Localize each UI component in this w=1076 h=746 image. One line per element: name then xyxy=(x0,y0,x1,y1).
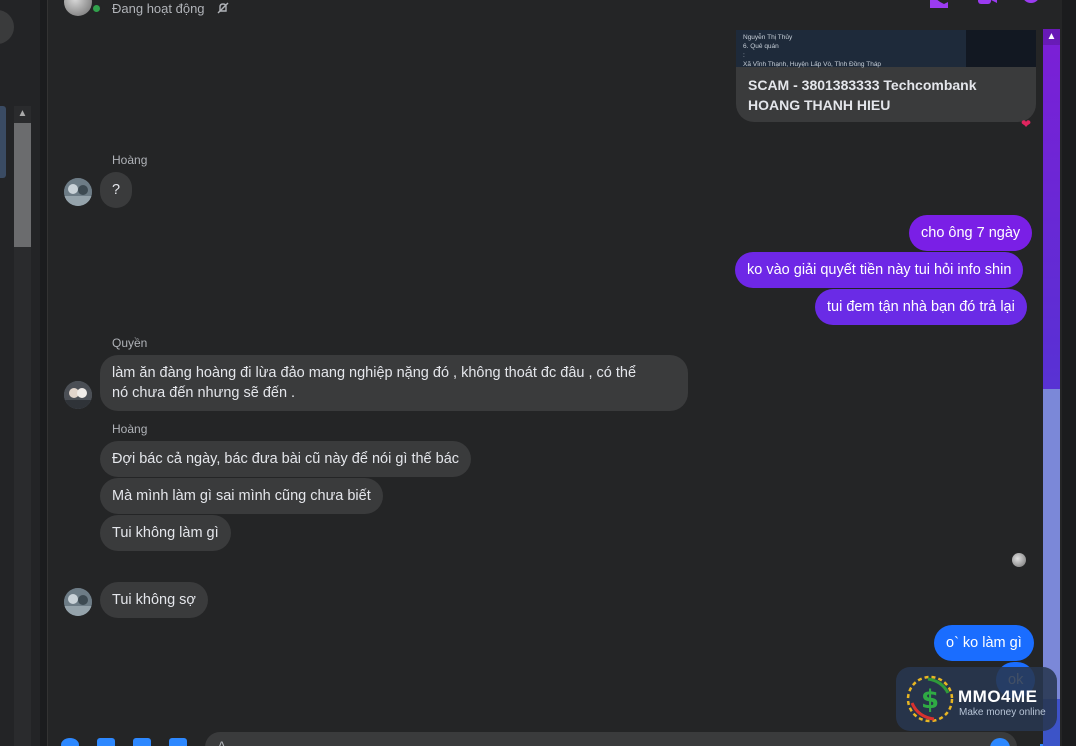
avatar[interactable] xyxy=(64,0,92,16)
message-bubble[interactable]: làm ăn đàng hoàng đi lừa đảo mang nghiệp… xyxy=(100,355,688,411)
message-bubble[interactable]: Đợi bác cả ngày, bác đưa bài cũ này để n… xyxy=(100,441,472,477)
online-status-dot xyxy=(91,3,102,14)
message-bubble[interactable]: tui đem tận nhà bạn đó trả lại xyxy=(815,289,1027,325)
message-bubble[interactable]: Mà mình làm gì sai mình cũng chưa biết xyxy=(100,478,383,514)
chat-header: Đang hoạt động xyxy=(48,0,1063,28)
link-preview-dark-area xyxy=(966,30,1036,67)
thumb-text-line: Nguyễn Thị Thủy xyxy=(743,34,793,41)
shared-link-card[interactable]: Nguyễn Thị Thủy 6. Quê quán : Xã Vĩnh Th… xyxy=(736,30,1036,122)
message-bubble[interactable]: ko vào giải quyết tiền này tui hỏi info … xyxy=(735,252,1024,288)
avatar[interactable] xyxy=(64,588,92,616)
svg-text:$: $ xyxy=(921,685,939,715)
avatar[interactable] xyxy=(64,178,92,206)
sender-name: Quyền xyxy=(112,336,148,350)
sender-name: Hoàng xyxy=(112,422,148,436)
message-bubble[interactable]: Tui không sợ xyxy=(100,582,208,618)
thumb-text-line: Xã Vĩnh Thạnh, Huyện Lấp Vò, Tỉnh Đồng T… xyxy=(743,61,882,68)
thumb-text-line: : xyxy=(743,52,745,59)
link-title-line: SCAM - 3801383333 Techcombank xyxy=(748,77,977,93)
more-actions-icon[interactable] xyxy=(61,738,79,746)
message-input[interactable]: A xyxy=(205,732,1017,746)
message-text-line: làm ăn đàng hoàng đi lừa đảo mang nghiệp… xyxy=(112,365,637,381)
phone-call-icon[interactable] xyxy=(928,0,950,8)
message-bubble[interactable]: o` ko làm gì xyxy=(934,625,1034,661)
notifications-muted-icon xyxy=(217,2,229,14)
selected-conversation-indicator xyxy=(0,106,6,178)
sidebar-scroll-up-arrow[interactable]: ▲ xyxy=(14,106,31,122)
sidebar-scroll-thumb[interactable] xyxy=(14,123,31,247)
info-icon[interactable] xyxy=(1020,0,1042,8)
sender-name: Hoàng xyxy=(112,153,148,167)
message-bubble[interactable]: cho ông 7 ngày xyxy=(909,215,1033,251)
link-title[interactable]: SCAM - 3801383333 Techcombank HOANG THAN… xyxy=(748,75,1028,115)
sidebar-search-pill[interactable] xyxy=(0,10,14,44)
watermark-logo: $ MMO4ME Make money online xyxy=(896,667,1057,731)
chat-panel: Đang hoạt động Nguyễn Thị Thủy 6. Quê qu… xyxy=(47,0,1062,746)
gif-icon[interactable] xyxy=(169,738,187,746)
thumb-text-line: 6. Quê quán xyxy=(743,43,779,50)
link-title-line: HOANG THANH HIEU xyxy=(748,97,891,113)
watermark-title: MMO4ME xyxy=(958,687,1038,706)
message-text-line: nó chưa đến nhưng sẽ đến . xyxy=(112,385,296,401)
message-bubble[interactable]: Tui không làm gì xyxy=(100,515,231,551)
chat-scroll-thumb[interactable] xyxy=(1043,389,1060,699)
video-call-icon[interactable] xyxy=(976,0,998,8)
message-bubble[interactable]: ? xyxy=(100,172,133,208)
heart-reaction-icon[interactable]: ❤ xyxy=(1018,116,1034,132)
conversation-list-sidebar: ▲ xyxy=(0,0,40,746)
watermark-subtitle: Make money online xyxy=(959,707,1046,718)
photo-icon[interactable] xyxy=(97,738,115,746)
chat-scroll-up-arrow[interactable]: ▲ xyxy=(1043,29,1060,45)
dollar-logo-icon: $ xyxy=(906,675,954,723)
seen-receipt-avatar xyxy=(1012,553,1026,567)
sticker-icon[interactable] xyxy=(133,738,151,746)
avatar[interactable] xyxy=(64,381,92,409)
link-preview-image: Nguyễn Thị Thủy 6. Quê quán : Xã Vĩnh Th… xyxy=(736,30,1036,68)
active-status-text: Đang hoạt động xyxy=(112,1,205,16)
